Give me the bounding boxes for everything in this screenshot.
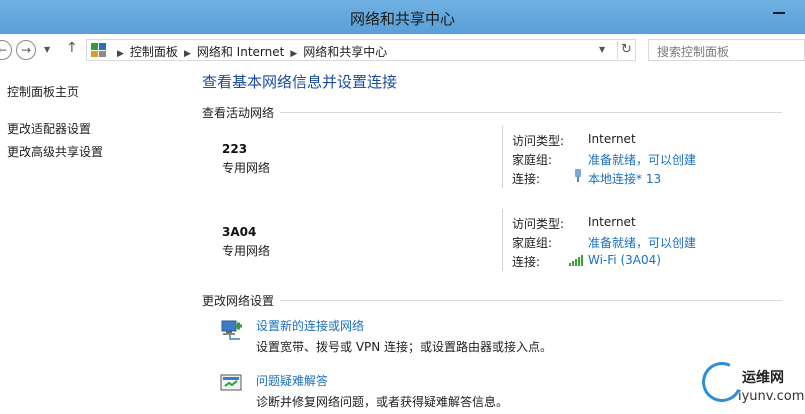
minimize-button[interactable] bbox=[773, 6, 785, 16]
search-input[interactable]: 搜索控制面板 bbox=[657, 43, 729, 60]
setup-new-connection-description: 设置宽带、拨号或 VPN 连接；或设置路由器或接入点。 bbox=[256, 340, 553, 354]
up-arrow-icon: ↑ bbox=[66, 40, 78, 56]
forward-arrow-icon: → bbox=[20, 43, 32, 57]
breadcrumb: ▶ 控制面板 ▶ 网络和 Internet ▶ 网络和共享中心 bbox=[111, 43, 387, 60]
address-bar[interactable]: ▶ 控制面板 ▶ 网络和 Internet ▶ 网络和共享中心 ▼ ↻ bbox=[86, 39, 636, 61]
new-connection-icon bbox=[221, 320, 242, 340]
active-networks-header: 查看活动网络 bbox=[202, 106, 275, 120]
sidebar: 控制面板主页 更改适配器设置 更改高级共享设置 bbox=[0, 66, 190, 414]
network-category-link[interactable]: 专用网络 bbox=[222, 242, 270, 259]
breadcrumb-network-sharing-center[interactable]: 网络和共享中心 bbox=[303, 45, 387, 59]
back-arrow-icon: ← bbox=[0, 43, 8, 57]
change-settings-header: 更改网络设置 bbox=[202, 294, 275, 308]
setup-new-connection-link[interactable]: 设置新的连接或网络 bbox=[256, 317, 364, 334]
homegroup-link[interactable]: 准备就绪，可以创建 bbox=[588, 234, 696, 251]
access-type-label: 访问类型: bbox=[512, 217, 565, 231]
up-button[interactable]: ↑ bbox=[66, 40, 78, 56]
network-category-link[interactable]: 专用网络 bbox=[222, 159, 270, 176]
troubleshoot-description: 诊断并修复网络问题，或者获得疑难解答信息。 bbox=[256, 395, 509, 409]
page-title: 查看基本网络信息并设置连接 bbox=[202, 73, 398, 91]
chevron-down-icon: ▼ bbox=[599, 45, 606, 54]
homegroup-label: 家庭组: bbox=[512, 236, 553, 250]
watermark-name: 运维网 bbox=[742, 370, 784, 386]
title-bar: 网络和共享中心 bbox=[0, 0, 805, 34]
sidebar-item-change-adapter-settings[interactable]: 更改适配器设置 bbox=[7, 120, 91, 137]
connection-link[interactable]: 本地连接* 13 bbox=[588, 170, 661, 187]
access-type-value: Internet bbox=[588, 132, 636, 146]
connection-label: 连接: bbox=[512, 172, 541, 186]
vertical-divider bbox=[502, 126, 503, 188]
chevron-down-icon: ▼ bbox=[44, 45, 51, 54]
connection-label: 连接: bbox=[512, 255, 541, 269]
sidebar-item-change-advanced-sharing[interactable]: 更改高级共享设置 bbox=[7, 143, 103, 160]
breadcrumb-network-internet[interactable]: 网络和 Internet bbox=[197, 45, 284, 59]
breadcrumb-separator-icon: ▶ bbox=[117, 49, 124, 59]
access-type-label: 访问类型: bbox=[512, 134, 565, 148]
watermark-url: iyunv.com bbox=[738, 389, 805, 404]
back-button[interactable]: ← bbox=[0, 40, 12, 60]
troubleshoot-icon bbox=[220, 374, 242, 391]
search-box[interactable]: 搜索控制面板 bbox=[648, 39, 805, 61]
recent-locations-button[interactable]: ▼ bbox=[44, 45, 50, 54]
sidebar-item-control-panel-home[interactable]: 控制面板主页 bbox=[7, 83, 79, 100]
navigation-bar: ← → ▼ ↑ ▶ 控制面板 ▶ 网络和 Internet ▶ 网络和共享中心 ▼ ↻ 搜… bbox=[0, 34, 805, 66]
homegroup-link[interactable]: 准备就绪，可以创建 bbox=[588, 151, 696, 168]
wifi-signal-icon bbox=[569, 255, 583, 266]
network-name: 3A04 bbox=[222, 225, 257, 239]
refresh-icon: ↻ bbox=[621, 42, 632, 57]
troubleshoot-link[interactable]: 问题疑难解答 bbox=[256, 372, 328, 389]
refresh-button[interactable]: ↻ bbox=[617, 41, 635, 59]
watermark-logo: 运维网 iyunv.com bbox=[696, 356, 805, 414]
address-dropdown-button[interactable]: ▼ bbox=[599, 45, 605, 54]
forward-button[interactable]: → bbox=[16, 40, 36, 60]
window-title: 网络和共享中心 bbox=[349, 10, 455, 28]
connection-link[interactable]: Wi-Fi (3A04) bbox=[588, 253, 661, 267]
vertical-divider bbox=[502, 209, 503, 271]
homegroup-label: 家庭组: bbox=[512, 153, 553, 167]
control-panel-icon bbox=[91, 43, 106, 57]
breadcrumb-separator-icon: ▶ bbox=[290, 49, 298, 59]
section-divider bbox=[280, 112, 782, 113]
breadcrumb-separator-icon: ▶ bbox=[183, 49, 191, 59]
access-type-value: Internet bbox=[588, 215, 636, 229]
breadcrumb-control-panel[interactable]: 控制面板 bbox=[130, 45, 178, 59]
ethernet-icon bbox=[575, 169, 581, 182]
network-name: 223 bbox=[222, 142, 248, 156]
section-divider bbox=[280, 300, 782, 301]
